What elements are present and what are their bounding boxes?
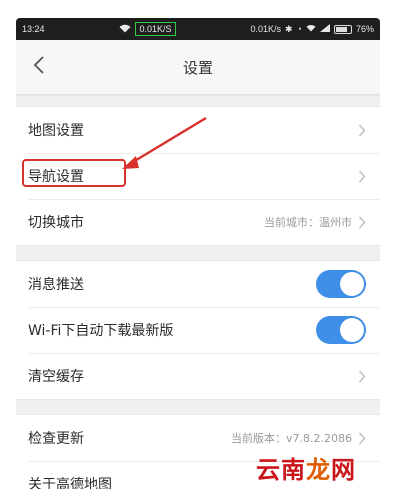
net-speed-center: 0.01K/S [135,22,176,36]
section-gap [16,245,380,261]
status-center: 0.01K/S [119,22,176,36]
phone-screen: 13:24 0.01K/S 0.01K/s ✱ ◔ 76% 设置 地图设置 导航… [16,18,380,489]
toggle-knob [340,318,364,342]
row-map-settings[interactable]: 地图设置 [16,107,380,153]
wifi-auto-download-toggle[interactable] [316,316,366,344]
row-push-notifications: 消息推送 [16,261,380,307]
status-right: 0.01K/s ✱ ◔ 76% [250,24,374,35]
highlight-box [22,159,126,187]
push-notifications-toggle[interactable] [316,270,366,298]
wifi-icon-small [306,24,316,34]
nav-bar: 设置 [16,40,380,95]
row-label: Wi-Fi下自动下载最新版 [28,323,174,339]
page-title: 设置 [182,58,213,77]
row-clear-cache[interactable]: 清空缓存 [16,353,380,399]
battery-icon [333,24,352,34]
current-version-value: 当前版本：v7.8.2.2086 [231,432,352,445]
bluetooth-icon: ✱ [285,23,293,34]
watermark-logo: 云南龙网 [256,455,356,484]
section-gap [16,399,380,415]
row-switch-city[interactable]: 切换城市 当前城市：温州市 [16,199,380,245]
toggle-knob [340,272,364,296]
row-label: 检查更新 [28,431,84,447]
chevron-right-icon [358,370,366,383]
signal-icon [319,24,330,34]
row-label: 消息推送 [28,277,84,293]
row-wifi-auto-download: Wi-Fi下自动下载最新版 [16,307,380,353]
back-button[interactable] [22,50,56,84]
current-city-value: 当前城市：温州市 [264,216,352,229]
chevron-right-icon [358,124,366,137]
status-bar: 13:24 0.01K/S 0.01K/s ✱ ◔ 76% [16,18,380,40]
chevron-left-icon [32,55,46,79]
status-time: 13:24 [22,24,45,34]
chevron-right-icon [358,170,366,183]
wifi-icon [119,24,131,35]
row-label: 地图设置 [28,123,84,139]
settings-group-general: 消息推送 Wi-Fi下自动下载最新版 清空缓存 [16,261,380,399]
section-gap [16,95,380,107]
battery-level: 76% [355,24,374,34]
net-speed-right: 0.01K/s [250,24,281,34]
chevron-right-icon [358,432,366,445]
chevron-right-icon [358,216,366,229]
row-label: 关于高德地图 [28,477,112,489]
row-label: 切换城市 [28,215,84,231]
row-label: 清空缓存 [28,369,84,385]
alarm-icon: ◔ [296,24,302,34]
